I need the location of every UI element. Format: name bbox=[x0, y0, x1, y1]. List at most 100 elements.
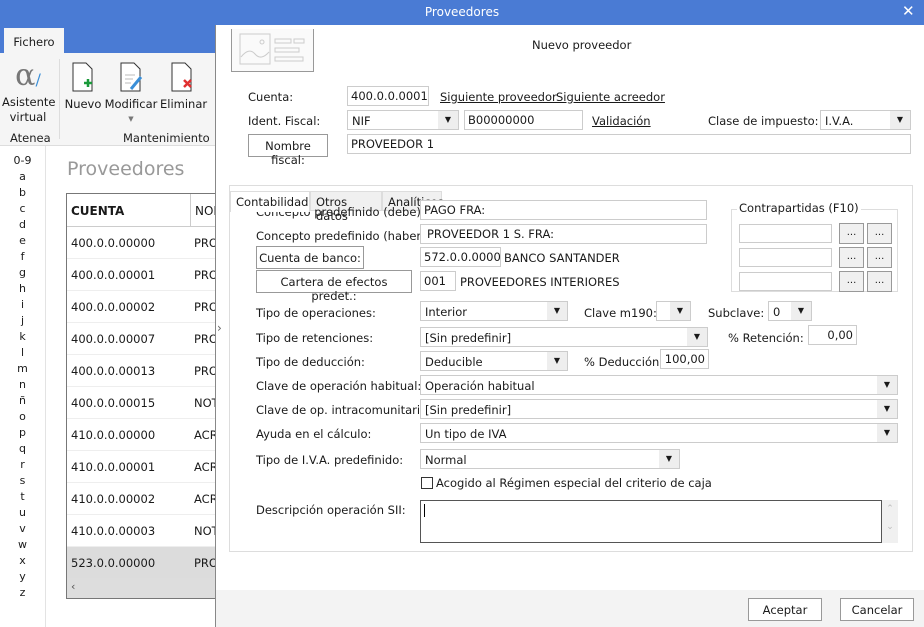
modificar-button[interactable]: Modificar ▼ bbox=[104, 61, 158, 127]
clave-habitual-select[interactable]: Operación habitual ▼ bbox=[420, 375, 898, 395]
horizontal-scrollbar[interactable]: ‹ bbox=[67, 578, 215, 598]
alphabet-letter[interactable]: h bbox=[0, 281, 45, 297]
cancelar-button[interactable]: Cancelar bbox=[840, 598, 914, 621]
contrapartida-input[interactable] bbox=[739, 224, 832, 243]
descripcion-sii-textarea[interactable] bbox=[420, 500, 882, 543]
table-row[interactable]: 400.0.0.00000 PRO bbox=[67, 227, 216, 259]
tipo-operaciones-select[interactable]: Interior ▼ bbox=[420, 301, 568, 321]
tipo-deduccion-select[interactable]: Deducible ▼ bbox=[420, 351, 568, 371]
criterio-caja-label[interactable]: Acogido al Régimen especial del criterio… bbox=[436, 476, 712, 490]
nuevo-button[interactable]: Nuevo bbox=[64, 61, 102, 112]
alphabet-letter[interactable]: r bbox=[0, 457, 45, 473]
contrapartida-search-button[interactable]: ... bbox=[839, 271, 864, 292]
alphabet-letter[interactable]: y bbox=[0, 569, 45, 585]
column-header-nombre[interactable]: NOI bbox=[190, 194, 216, 226]
contrapartida-input[interactable] bbox=[739, 248, 832, 267]
concepto-haber-input[interactable]: PROVEEDOR 1 S. FRA: bbox=[420, 224, 707, 244]
clave-m190-select[interactable]: ▼ bbox=[656, 301, 691, 321]
alphabet-letter[interactable]: p bbox=[0, 425, 45, 441]
scroll-left-icon[interactable]: ‹ bbox=[71, 580, 75, 593]
ayuda-calculo-label: Ayuda en el cálculo: bbox=[256, 427, 372, 441]
image-placeholder-icon[interactable] bbox=[231, 29, 314, 72]
subclave-label: Subclave: bbox=[708, 306, 765, 320]
clave-habitual-value: Operación habitual bbox=[425, 379, 535, 393]
ayuda-calculo-value: Un tipo de IVA bbox=[425, 427, 507, 441]
subclave-select[interactable]: 0 ▼ bbox=[768, 301, 812, 321]
contrapartida-input[interactable] bbox=[739, 272, 832, 291]
alphabet-letter[interactable]: l bbox=[0, 345, 45, 361]
group-atenea: Atenea bbox=[10, 131, 51, 145]
alphabet-letter[interactable]: d bbox=[0, 217, 45, 233]
cartera-efectos-button[interactable]: Cartera de efectos predet.: bbox=[256, 270, 412, 303]
cartera-code-input[interactable]: 001 bbox=[420, 271, 456, 291]
clase-impuesto-select[interactable]: I.V.A. ▼ bbox=[820, 110, 911, 130]
criterio-caja-checkbox[interactable] bbox=[421, 477, 433, 489]
expand-chevron-icon[interactable]: › bbox=[217, 321, 222, 335]
alphabet-letter[interactable]: z bbox=[0, 585, 45, 601]
table-row[interactable]: 400.0.0.00007 PRO bbox=[67, 323, 216, 355]
clave-habitual-label: Clave de operación habitual: bbox=[256, 379, 422, 393]
table-row[interactable]: 410.0.0.00003 NOT bbox=[67, 515, 216, 547]
cuenta-banco-input[interactable]: 572.0.0.00001 bbox=[420, 247, 501, 267]
alphabet-letter[interactable]: q bbox=[0, 441, 45, 457]
tab-contabilidad[interactable]: Contabilidad bbox=[230, 191, 310, 212]
table-row[interactable]: 400.0.0.00013 PRO bbox=[67, 355, 216, 387]
aceptar-button[interactable]: Aceptar bbox=[748, 598, 822, 621]
table-row[interactable]: 523.0.0.00000 PRO bbox=[67, 547, 216, 579]
validacion-link[interactable]: Validación bbox=[592, 114, 651, 128]
alphabet-letter[interactable]: v bbox=[0, 521, 45, 537]
alphabet-letter[interactable]: m bbox=[0, 361, 45, 377]
ident-type-select[interactable]: NIF ▼ bbox=[347, 110, 459, 130]
alphabet-letter[interactable]: n bbox=[0, 377, 45, 393]
clave-intracomunitaria-select[interactable]: [Sin predefinir] ▼ bbox=[420, 399, 898, 419]
cuenta-banco-button[interactable]: Cuenta de banco: bbox=[256, 246, 364, 269]
deduccion-input[interactable]: 100,00 bbox=[660, 349, 709, 369]
nombre-fiscal-button[interactable]: Nombre fiscal: bbox=[248, 134, 328, 167]
ident-value-input[interactable]: B00000000 bbox=[464, 110, 583, 130]
tipo-retenciones-select[interactable]: [Sin predefinir] ▼ bbox=[420, 327, 708, 347]
alphabet-letter[interactable]: x bbox=[0, 553, 45, 569]
ayuda-calculo-select[interactable]: Un tipo de IVA ▼ bbox=[420, 423, 898, 443]
alphabet-letter[interactable]: a bbox=[0, 169, 45, 185]
table-row[interactable]: 400.0.0.00002 PRO bbox=[67, 291, 216, 323]
tab-fichero[interactable]: Fichero bbox=[4, 28, 64, 53]
concepto-debe-input[interactable]: PAGO FRA: bbox=[420, 200, 707, 220]
asistente-virtual-button[interactable]: α/ Asistente virtual bbox=[2, 61, 56, 125]
alphabet-letter[interactable]: t bbox=[0, 489, 45, 505]
alphabet-letter[interactable]: u bbox=[0, 505, 45, 521]
alphabet-letter[interactable]: j bbox=[0, 313, 45, 329]
nombre-fiscal-input[interactable]: PROVEEDOR 1 bbox=[347, 134, 911, 154]
column-header-cuenta[interactable]: CUENTA bbox=[71, 204, 124, 218]
contrapartida-search-button[interactable]: ... bbox=[867, 223, 892, 244]
siguiente-acreedor-link[interactable]: Siguiente acreedor bbox=[556, 90, 665, 104]
alphabet-letter[interactable]: k bbox=[0, 329, 45, 345]
retencion-input[interactable]: 0,00 bbox=[808, 325, 857, 345]
alphabet-letter[interactable]: c bbox=[0, 201, 45, 217]
alphabet-letter[interactable]: 0-9 bbox=[0, 153, 45, 169]
close-icon[interactable]: ✕ bbox=[902, 2, 915, 20]
cell-nombre: NOT bbox=[194, 396, 216, 410]
table-row[interactable]: 400.0.0.00001 PRO bbox=[67, 259, 216, 291]
alphabet-letter[interactable]: w bbox=[0, 537, 45, 553]
alphabet-letter[interactable]: ñ bbox=[0, 393, 45, 409]
table-row[interactable]: 400.0.0.00015 NOT bbox=[67, 387, 216, 419]
table-row[interactable]: 410.0.0.00000 ACR bbox=[67, 419, 216, 451]
alphabet-letter[interactable]: s bbox=[0, 473, 45, 489]
textarea-scrollbar[interactable]: ⌃ ⌄ bbox=[882, 500, 898, 543]
tipo-iva-select[interactable]: Normal ▼ bbox=[420, 449, 680, 469]
alphabet-letter[interactable]: g bbox=[0, 265, 45, 281]
siguiente-proveedor-link[interactable]: Siguiente proveedor bbox=[440, 90, 557, 104]
alphabet-letter[interactable]: o bbox=[0, 409, 45, 425]
table-row[interactable]: 410.0.0.00001 ACR bbox=[67, 451, 216, 483]
alphabet-letter[interactable]: f bbox=[0, 249, 45, 265]
alphabet-letter[interactable]: e bbox=[0, 233, 45, 249]
alphabet-letter[interactable]: b bbox=[0, 185, 45, 201]
cuenta-input[interactable]: 400.0.0.00016 bbox=[347, 86, 429, 106]
contrapartida-search-button[interactable]: ... bbox=[867, 247, 892, 268]
alphabet-letter[interactable]: i bbox=[0, 297, 45, 313]
eliminar-button[interactable]: Eliminar bbox=[160, 61, 207, 112]
table-row[interactable]: 410.0.0.00002 ACR bbox=[67, 483, 216, 515]
contrapartida-search-button[interactable]: ... bbox=[839, 223, 864, 244]
contrapartida-search-button[interactable]: ... bbox=[867, 271, 892, 292]
contrapartida-search-button[interactable]: ... bbox=[839, 247, 864, 268]
